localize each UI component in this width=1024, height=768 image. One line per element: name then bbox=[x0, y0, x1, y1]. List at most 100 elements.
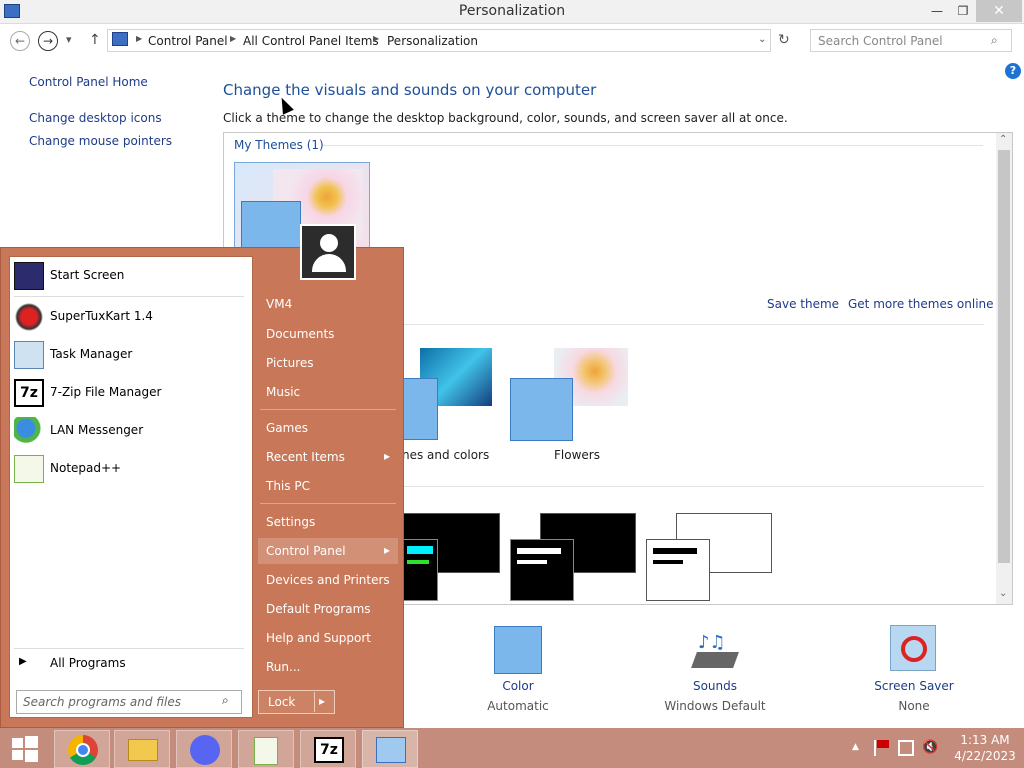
taskbar-chrome[interactable] bbox=[54, 730, 110, 768]
control-panel-home-link[interactable]: Control Panel Home bbox=[29, 75, 148, 89]
color-palette-icon bbox=[241, 201, 301, 251]
program-task-manager[interactable]: Task Manager bbox=[14, 339, 244, 373]
color-setting-value: Automatic bbox=[487, 699, 549, 713]
notepad-icon bbox=[254, 737, 278, 765]
taskbar-7zip[interactable]: 7z bbox=[300, 730, 356, 768]
breadcrumb-separator-icon: ▶ bbox=[230, 34, 237, 43]
screen-saver-setting-value: None bbox=[898, 699, 930, 713]
page-title: Change the visuals and sounds on your co… bbox=[223, 81, 597, 99]
color-palette-icon[interactable] bbox=[494, 626, 542, 674]
breadcrumb-personalization[interactable]: Personalization bbox=[387, 34, 478, 48]
refresh-button[interactable]: ↻ bbox=[778, 32, 790, 48]
contrast-preview bbox=[402, 539, 438, 601]
contrast-preview bbox=[510, 539, 574, 601]
color-setting-link[interactable]: Color bbox=[478, 679, 558, 693]
divider bbox=[402, 324, 984, 325]
program-supertuxkart[interactable]: SuperTuxKart 1.4 bbox=[14, 301, 244, 335]
divider bbox=[402, 486, 984, 487]
restore-button[interactable]: ❐ bbox=[946, 0, 980, 22]
start-this-pc[interactable]: This PC bbox=[266, 479, 310, 493]
action-center-flag-icon[interactable] bbox=[874, 740, 890, 756]
high-contrast-theme-3[interactable] bbox=[646, 513, 774, 603]
start-settings[interactable]: Settings bbox=[266, 515, 315, 529]
divider bbox=[260, 409, 396, 410]
start-pictures[interactable]: Pictures bbox=[266, 356, 314, 370]
breadcrumb-control-panel[interactable]: Control Panel bbox=[148, 34, 228, 48]
search-icon[interactable]: ⌕ bbox=[991, 33, 998, 48]
kart-icon bbox=[14, 303, 44, 331]
system-clock[interactable]: 1:13 AM 4/22/2023 bbox=[950, 732, 1020, 764]
volume-muted-icon[interactable]: 🔇 bbox=[922, 740, 938, 755]
7zip-icon: 7z bbox=[14, 379, 44, 407]
lock-options-arrow-icon[interactable]: ▸ bbox=[319, 694, 325, 708]
notepad-icon bbox=[14, 455, 44, 483]
my-themes-heading: My Themes (1) bbox=[234, 138, 324, 152]
help-icon[interactable]: ? bbox=[1005, 63, 1021, 79]
theme-thumbnail-lines-and-colors[interactable] bbox=[402, 348, 494, 440]
back-button[interactable]: ← bbox=[10, 31, 30, 51]
start-devices-and-printers[interactable]: Devices and Printers bbox=[266, 573, 390, 587]
save-theme-link[interactable]: Save theme bbox=[767, 297, 839, 311]
sounds-icon[interactable]: ♪♫ bbox=[690, 628, 740, 672]
screen-saver-icon[interactable] bbox=[890, 625, 936, 671]
forward-button[interactable]: → bbox=[38, 31, 58, 51]
scroll-thumb[interactable] bbox=[998, 150, 1010, 563]
address-dropdown-icon[interactable]: ⌄ bbox=[758, 34, 766, 45]
start-documents[interactable]: Documents bbox=[266, 327, 334, 341]
start-games[interactable]: Games bbox=[266, 421, 308, 435]
screen-saver-setting-link[interactable]: Screen Saver bbox=[864, 679, 964, 693]
folder-icon bbox=[128, 739, 158, 761]
scroll-down-icon[interactable]: ⌄ bbox=[999, 588, 1007, 599]
lock-label: Lock bbox=[268, 695, 296, 709]
breadcrumb-all-items[interactable]: All Control Panel Items bbox=[243, 34, 379, 48]
recent-locations-button[interactable]: ▾ bbox=[66, 33, 72, 46]
divider bbox=[260, 503, 396, 504]
taskbar-control-panel[interactable] bbox=[362, 730, 418, 768]
divider bbox=[314, 692, 315, 712]
high-contrast-theme-1[interactable] bbox=[402, 513, 502, 603]
program-lan-messenger[interactable]: LAN Messenger bbox=[14, 415, 244, 449]
theme-thumbnail-flowers[interactable] bbox=[510, 348, 630, 442]
user-avatar[interactable] bbox=[300, 224, 356, 280]
get-more-themes-link[interactable]: Get more themes online bbox=[848, 297, 994, 311]
start-music[interactable]: Music bbox=[266, 385, 300, 399]
theme-label: Flowers bbox=[554, 448, 600, 462]
chrome-icon bbox=[68, 735, 98, 765]
window-title: Personalization bbox=[458, 3, 566, 19]
scroll-up-icon[interactable]: ⌃ bbox=[999, 134, 1007, 145]
start-default-programs[interactable]: Default Programs bbox=[266, 602, 371, 616]
sounds-setting-link[interactable]: Sounds bbox=[675, 679, 755, 693]
change-desktop-icons-link[interactable]: Change desktop icons bbox=[29, 111, 162, 125]
program-notepad-plus-plus[interactable]: Notepad++ bbox=[14, 453, 244, 487]
program-start-screen[interactable]: Start Screen bbox=[14, 260, 244, 294]
network-icon[interactable] bbox=[898, 740, 914, 756]
program-7zip[interactable]: 7z 7-Zip File Manager bbox=[14, 377, 244, 411]
color-palette-icon bbox=[402, 378, 438, 440]
search-input[interactable]: Search Control Panel bbox=[818, 34, 943, 48]
start-run[interactable]: Run... bbox=[266, 660, 300, 674]
search-icon[interactable]: ⌕ bbox=[222, 693, 229, 708]
all-programs-button[interactable]: All Programs bbox=[50, 656, 126, 670]
start-control-panel[interactable]: Control Panel bbox=[266, 544, 346, 558]
up-button[interactable]: ↑ bbox=[89, 32, 101, 48]
start-user-vm4[interactable]: VM4 bbox=[266, 297, 292, 311]
page-description: Click a theme to change the desktop back… bbox=[223, 111, 788, 125]
start-button[interactable] bbox=[4, 731, 46, 765]
submenu-arrow-icon: ▸ bbox=[384, 543, 391, 557]
taskbar-discord[interactable] bbox=[176, 730, 232, 768]
task-manager-icon bbox=[14, 341, 44, 369]
messenger-icon bbox=[14, 417, 44, 445]
start-search-input[interactable]: Search programs and files bbox=[23, 695, 181, 709]
divider bbox=[14, 296, 244, 297]
all-programs-arrow-icon: ▶ bbox=[19, 656, 27, 667]
change-mouse-pointers-link[interactable]: Change mouse pointers bbox=[29, 134, 172, 148]
high-contrast-theme-2[interactable] bbox=[510, 513, 638, 603]
close-button[interactable]: ✕ bbox=[976, 0, 1022, 22]
start-help-and-support[interactable]: Help and Support bbox=[266, 631, 371, 645]
clock-date: 4/22/2023 bbox=[954, 749, 1016, 763]
start-recent-items[interactable]: Recent Items bbox=[266, 450, 345, 464]
show-hidden-icons[interactable]: ▲ bbox=[852, 742, 859, 752]
taskbar-notepad-plus-plus[interactable] bbox=[238, 730, 294, 768]
taskbar-file-explorer[interactable] bbox=[114, 730, 170, 768]
discord-icon bbox=[190, 735, 220, 765]
